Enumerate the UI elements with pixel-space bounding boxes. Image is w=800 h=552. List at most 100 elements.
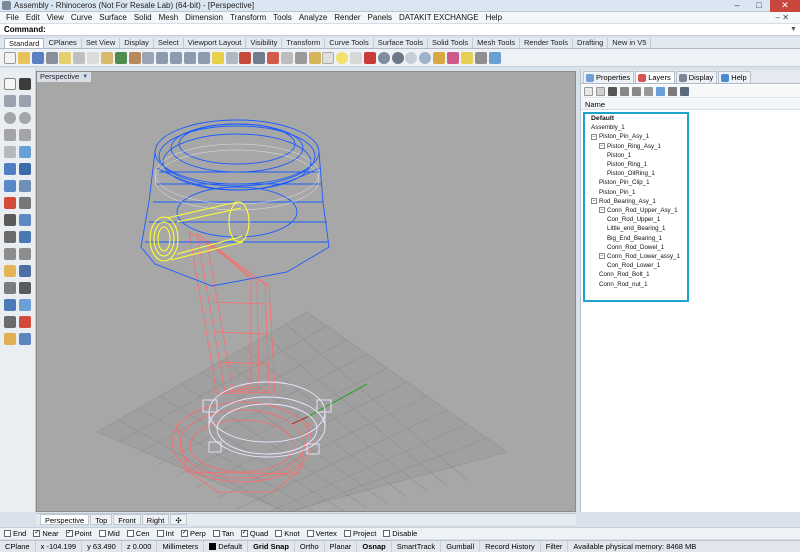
show-icon[interactable] xyxy=(294,51,307,64)
zoom-selected-icon[interactable] xyxy=(197,51,210,64)
menu-dimension[interactable]: Dimension xyxy=(185,13,223,22)
menu-curve[interactable]: Curve xyxy=(71,13,92,22)
new-file-icon[interactable] xyxy=(4,51,16,64)
tab-new-in-v5[interactable]: New in V5 xyxy=(608,38,652,48)
layer-row[interactable]: Assembly_1 xyxy=(591,124,625,132)
history-icon[interactable] xyxy=(19,333,31,345)
osnap-knot[interactable]: Knot xyxy=(275,529,300,538)
point-icon[interactable] xyxy=(19,78,31,90)
color-wheel-icon[interactable] xyxy=(363,51,376,64)
tab-display[interactable]: Display xyxy=(120,38,154,48)
open-file-icon[interactable] xyxy=(17,51,30,64)
layer-row[interactable]: Con_Rod_Lower_1 xyxy=(607,262,660,270)
perspective-viewport[interactable]: Perspective ▼ xyxy=(36,71,576,512)
tab-select[interactable]: Select xyxy=(154,38,184,48)
status-toggle-record-history[interactable]: Record History xyxy=(480,540,541,552)
filter-icon[interactable] xyxy=(656,86,665,96)
new-sublayer-icon[interactable] xyxy=(596,86,605,96)
tab-help-panel[interactable]: Help xyxy=(718,71,751,83)
circle-icon[interactable] xyxy=(4,112,16,124)
layer-row[interactable]: Piston_1 xyxy=(607,152,631,160)
collapse-toggle-icon[interactable]: − xyxy=(599,253,605,260)
scale-icon[interactable] xyxy=(19,265,31,277)
osnap-near[interactable]: ✓ Near xyxy=(33,529,59,538)
osnap-checkbox[interactable] xyxy=(98,530,106,537)
layer-row[interactable]: Piston_Pin_Clip_1 xyxy=(599,179,650,187)
osnap-checkbox[interactable] xyxy=(383,530,391,537)
render-icon[interactable] xyxy=(419,51,432,64)
rotate-icon[interactable] xyxy=(4,265,16,277)
osnap-mid[interactable]: Mid xyxy=(98,529,120,538)
viewtab-top[interactable]: Top xyxy=(90,514,113,525)
solid-icon[interactable] xyxy=(19,163,31,175)
four-viewports-icon[interactable] xyxy=(225,51,238,64)
tab-cplanes[interactable]: CPlanes xyxy=(44,38,82,48)
osnap-checkbox[interactable] xyxy=(212,530,220,537)
viewtab-perspective[interactable]: Perspective xyxy=(40,514,90,525)
layer-row[interactable]: Con_Rod_Upper_1 xyxy=(607,216,660,224)
viewtab-front[interactable]: Front xyxy=(113,514,141,525)
move-icon[interactable] xyxy=(4,248,16,260)
osnap-tan[interactable]: Tan xyxy=(212,529,234,538)
status-toggle-grid-snap[interactable]: Grid Snap xyxy=(248,540,295,552)
tab-surface-tools[interactable]: Surface Tools xyxy=(374,38,429,48)
osnap-vertex[interactable]: Vertex xyxy=(306,529,337,538)
minimize-button[interactable]: – xyxy=(726,0,748,12)
tab-display-panel[interactable]: Display xyxy=(675,71,718,83)
layer-row[interactable]: − Piston_Pin_Asy_1 xyxy=(591,133,649,141)
osnap-quad[interactable]: ✓ Quad xyxy=(240,529,268,538)
tab-set-view[interactable]: Set View xyxy=(82,38,121,48)
close-button[interactable]: ✕ xyxy=(770,0,800,12)
osnap-checkbox[interactable] xyxy=(343,530,351,537)
explode-icon[interactable] xyxy=(4,231,16,243)
layer-row[interactable]: − Conn_Rod_Lower_assy_1 xyxy=(599,253,680,261)
status-toggle-ortho[interactable]: Ortho xyxy=(295,540,325,552)
tab-transform[interactable]: Transform xyxy=(282,38,326,48)
layer-row[interactable]: Conn_Rod_nut_1 xyxy=(599,281,648,289)
analyze-icon[interactable] xyxy=(4,316,16,328)
menu-file[interactable]: File xyxy=(6,13,19,22)
status-cplane[interactable]: CPlane xyxy=(0,540,36,552)
group-icon[interactable] xyxy=(4,333,16,345)
osnap-checkbox[interactable]: ✓ xyxy=(240,530,248,537)
layer-row[interactable]: − Rod_Bearing_Asy_1 xyxy=(591,198,656,206)
layer-row[interactable]: Big_End_Bearing_1 xyxy=(607,235,662,243)
menu-help[interactable]: Help xyxy=(486,13,502,22)
osnap-checkbox[interactable] xyxy=(156,530,164,537)
status-toggle-gumball[interactable]: Gumball xyxy=(441,540,481,552)
options-gear-icon[interactable] xyxy=(474,51,487,64)
status-toggle-osnap[interactable]: Osnap xyxy=(357,540,392,552)
tab-layers[interactable]: Layers xyxy=(635,71,675,83)
rectangle-icon[interactable] xyxy=(4,129,16,141)
status-toggle-filter[interactable]: Filter xyxy=(541,540,569,552)
cut-icon[interactable] xyxy=(73,51,86,64)
mesh-icon[interactable] xyxy=(19,180,31,192)
move-down-icon[interactable] xyxy=(632,86,641,96)
copy-object-icon[interactable] xyxy=(19,248,31,260)
zoom-extents-icon[interactable] xyxy=(183,51,196,64)
block-icon[interactable] xyxy=(19,316,31,328)
tab-solid-tools[interactable]: Solid Tools xyxy=(428,38,474,48)
properties-icon[interactable] xyxy=(350,51,363,64)
osnap-checkbox[interactable]: ✓ xyxy=(180,530,188,537)
menu-edit[interactable]: Edit xyxy=(26,13,40,22)
osnap-checkbox[interactable]: ✓ xyxy=(65,530,73,537)
collapse-toggle-icon[interactable]: − xyxy=(599,142,605,149)
polygon-icon[interactable] xyxy=(19,129,31,141)
lock-icon[interactable] xyxy=(308,51,321,64)
zoom-icon[interactable] xyxy=(156,51,169,64)
osnap-cen[interactable]: Cen xyxy=(126,529,150,538)
arc-icon[interactable] xyxy=(19,112,31,124)
tab-drafting[interactable]: Drafting xyxy=(573,38,609,48)
wireframe-sphere-icon[interactable] xyxy=(377,51,390,64)
layer-row[interactable]: Piston_Pin_1 xyxy=(599,189,635,197)
pan-hand-icon[interactable] xyxy=(128,51,141,64)
tab-standard[interactable]: Standard xyxy=(4,38,45,48)
command-input[interactable] xyxy=(49,24,790,35)
import-icon[interactable] xyxy=(59,51,72,64)
osnap-checkbox[interactable] xyxy=(306,530,314,537)
box-icon[interactable] xyxy=(4,163,16,175)
menu-surface[interactable]: Surface xyxy=(99,13,127,22)
layer-row[interactable]: Little_end_Bearing_1 xyxy=(607,225,666,233)
undo-icon[interactable] xyxy=(114,51,127,64)
